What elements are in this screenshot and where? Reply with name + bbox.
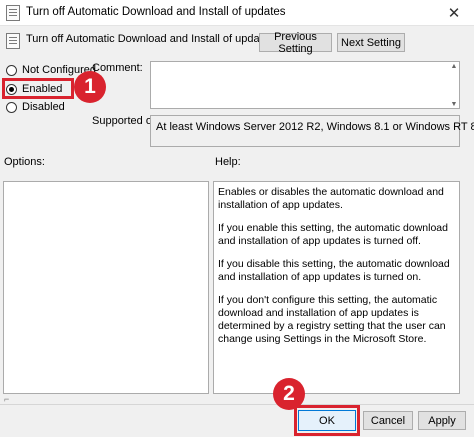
- step-2-badge: 2: [273, 378, 305, 410]
- options-label: Options:: [4, 156, 45, 168]
- enabled-highlight-box: [2, 78, 74, 99]
- title-bar: Turn off Automatic Download and Install …: [0, 0, 474, 26]
- radio-button[interactable]: [6, 64, 17, 76]
- splitter-handle-icon[interactable]: ⌐: [4, 394, 12, 404]
- policy-document-icon: [6, 33, 20, 49]
- step-1-badge: 1: [74, 71, 106, 103]
- help-paragraph: If you disable this setting, the automat…: [218, 258, 450, 283]
- ok-highlight-box: [294, 405, 360, 436]
- policy-document-icon: [6, 5, 20, 21]
- footer-divider: [0, 404, 474, 405]
- help-paragraph: If you enable this setting, the automati…: [218, 222, 448, 247]
- apply-button[interactable]: Apply: [418, 411, 466, 430]
- help-pane[interactable]: Enables or disables the automatic downlo…: [213, 181, 460, 394]
- next-setting-button[interactable]: Next Setting: [337, 33, 405, 52]
- policy-name: Turn off Automatic Download and Install …: [26, 33, 275, 45]
- window-title: Turn off Automatic Download and Install …: [26, 6, 286, 18]
- scroll-up-icon[interactable]: ▲: [448, 61, 460, 71]
- help-paragraph: Enables or disables the automatic downlo…: [218, 186, 444, 211]
- help-label: Help:: [215, 156, 241, 168]
- close-icon[interactable]: ✕: [434, 0, 474, 26]
- radio-button[interactable]: [6, 101, 17, 113]
- help-paragraph: If you don't configure this setting, the…: [218, 294, 446, 345]
- dialog-content: Turn off Automatic Download and Install …: [0, 26, 474, 437]
- radio-disabled[interactable]: Disabled: [6, 100, 65, 114]
- supported-on-value: At least Windows Server 2012 R2, Windows…: [156, 121, 474, 133]
- previous-setting-button[interactable]: Previous Setting: [259, 31, 332, 55]
- comment-label: Comment:: [92, 62, 143, 74]
- options-pane[interactable]: [3, 181, 209, 394]
- supported-on-field: At least Windows Server 2012 R2, Windows…: [150, 115, 474, 147]
- comment-textarea[interactable]: [150, 61, 460, 109]
- scroll-down-icon[interactable]: ▼: [448, 99, 460, 109]
- cancel-button[interactable]: Cancel: [363, 411, 413, 430]
- radio-label: Disabled: [22, 101, 65, 113]
